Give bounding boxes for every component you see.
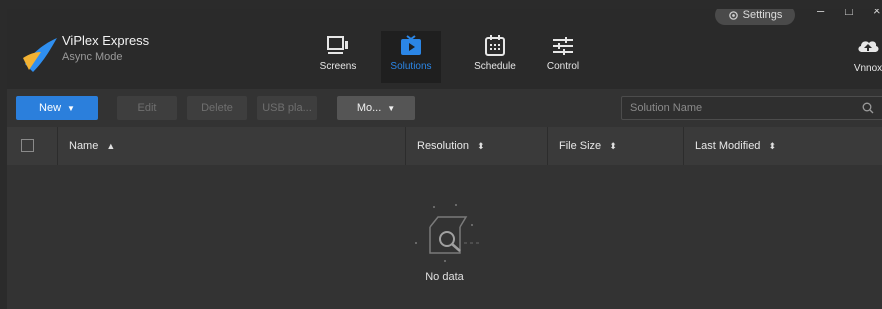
search-input[interactable] — [630, 100, 850, 116]
settings-button[interactable]: Settings — [715, 9, 795, 25]
nav-screens[interactable]: Screens — [308, 31, 368, 83]
vnnox-label: Vnnox — [853, 63, 882, 74]
column-file-size-label: File Size — [559, 140, 602, 152]
viplex-logo — [23, 38, 57, 72]
toolbar: New ▼ Edit Delete USB pla... Mo... ▼ — [7, 89, 882, 127]
select-all-checkbox[interactable] — [21, 139, 34, 152]
close-button[interactable]: × — [873, 9, 881, 18]
column-last-modified[interactable]: Last Modified ⬍ — [685, 127, 882, 165]
screens-icon — [327, 36, 348, 54]
nav-solutions[interactable]: Solutions — [381, 31, 441, 83]
column-resolution[interactable]: Resolution ⬍ — [407, 127, 547, 165]
control-icon — [553, 37, 573, 55]
more-button[interactable]: Mo... ▼ — [337, 96, 415, 120]
usb-playback-button[interactable]: USB pla... — [257, 96, 317, 120]
column-divider — [683, 127, 684, 165]
chevron-down-icon: ▼ — [387, 103, 396, 113]
nav-schedule[interactable]: Schedule — [465, 31, 525, 83]
vnnox-button[interactable]: Vnnox — [843, 33, 882, 74]
more-label: Mo... — [356, 102, 382, 114]
new-button[interactable]: New ▼ — [16, 96, 98, 120]
column-resolution-label: Resolution — [417, 140, 469, 152]
column-divider — [57, 127, 58, 165]
column-divider — [405, 127, 406, 165]
column-divider — [547, 127, 548, 165]
empty-state-text: No data — [425, 271, 464, 283]
nav-control-label: Control — [546, 61, 580, 72]
solution-search — [621, 96, 882, 120]
sort-icon[interactable]: ⬍ — [768, 141, 776, 151]
title-bar: ViPlex Express Async Mode Settings – □ ×… — [7, 9, 882, 89]
schedule-icon — [485, 35, 505, 56]
search-icon[interactable] — [862, 102, 874, 114]
column-last-modified-label: Last Modified — [695, 140, 761, 152]
column-name-label: Name — [69, 140, 99, 152]
chevron-down-icon: ▼ — [67, 103, 75, 113]
sort-ascending-icon[interactable]: ▲ — [106, 141, 115, 151]
table-body: No data — [7, 165, 882, 309]
delete-button[interactable]: Delete — [187, 96, 247, 120]
edit-button[interactable]: Edit — [117, 96, 177, 120]
gear-icon — [728, 10, 738, 20]
column-file-size[interactable]: File Size ⬍ — [549, 127, 683, 165]
solutions-icon — [401, 35, 421, 55]
cloud-upload-icon — [858, 41, 879, 52]
nav-solutions-label: Solutions — [390, 61, 432, 72]
empty-box-icon — [415, 204, 480, 262]
sort-icon[interactable]: ⬍ — [609, 141, 617, 151]
table-header: Name ▲ Resolution ⬍ File Size ⬍ Last Mod… — [7, 127, 882, 166]
nav-control[interactable]: Control — [533, 31, 593, 83]
app-name: ViPlex Express — [62, 33, 150, 48]
maximize-button[interactable]: □ — [845, 9, 853, 18]
new-label: New — [39, 102, 62, 114]
sort-icon[interactable]: ⬍ — [477, 141, 485, 151]
column-name[interactable]: Name ▲ — [59, 127, 399, 165]
minimize-button[interactable]: – — [817, 9, 824, 18]
app-mode: Async Mode — [62, 51, 123, 63]
nav-schedule-label: Schedule — [474, 61, 516, 72]
nav-screens-label: Screens — [319, 61, 357, 72]
app-window: ViPlex Express Async Mode Settings – □ ×… — [7, 9, 882, 309]
settings-label: Settings — [742, 9, 783, 21]
